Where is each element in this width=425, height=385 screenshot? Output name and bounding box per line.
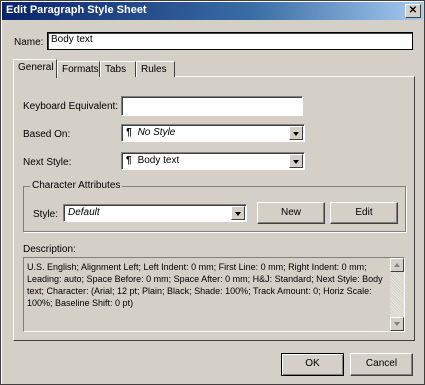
ok-button[interactable]: OK xyxy=(281,353,344,376)
next-style-label: Next Style: xyxy=(23,157,72,168)
title-bar[interactable]: Edit Paragraph Style Sheet ✕ xyxy=(2,2,423,20)
new-button[interactable]: New xyxy=(257,202,325,224)
style-dropdown[interactable]: Default xyxy=(63,204,247,222)
paragraph-icon: ¶ xyxy=(126,155,132,166)
based-on-dropdown[interactable]: ¶ No Style xyxy=(121,124,305,142)
next-style-value: ¶ Body text xyxy=(126,155,180,166)
chevron-down-icon[interactable] xyxy=(289,154,303,168)
tab-general[interactable]: General xyxy=(13,59,57,78)
cancel-button[interactable]: Cancel xyxy=(350,353,413,376)
tab-rules[interactable]: Rules xyxy=(136,61,175,77)
tab-formats[interactable]: Formats xyxy=(57,61,100,77)
scroll-up-icon[interactable] xyxy=(390,258,404,272)
chevron-down-icon[interactable] xyxy=(289,126,303,140)
next-style-dropdown[interactable]: ¶ Body text xyxy=(121,152,305,170)
description-text: U.S. English; Alignment Left; Left Inden… xyxy=(27,262,383,308)
edit-paragraph-style-dialog: Edit Paragraph Style Sheet ✕ Name: Body … xyxy=(0,0,425,385)
paragraph-icon: ¶ xyxy=(126,127,132,138)
style-label: Style: xyxy=(33,209,59,220)
name-field[interactable]: Body text xyxy=(47,32,413,50)
name-label: Name: xyxy=(14,37,44,48)
description-label: Description: xyxy=(23,244,76,255)
keyboard-equivalent-field[interactable] xyxy=(121,96,303,116)
window-title: Edit Paragraph Style Sheet xyxy=(6,4,147,16)
character-attributes-legend: Character Attributes xyxy=(30,180,123,191)
chevron-down-icon[interactable] xyxy=(231,206,245,220)
keyboard-equivalent-label: Keyboard Equivalent: xyxy=(23,101,119,112)
style-value: Default xyxy=(68,207,100,218)
based-on-value: ¶ No Style xyxy=(126,127,176,138)
description-box: U.S. English; Alignment Left; Left Inden… xyxy=(23,257,405,332)
description-scrollbar[interactable] xyxy=(390,258,404,331)
tab-tabs[interactable]: Tabs xyxy=(100,61,136,77)
based-on-label: Based On: xyxy=(23,129,71,140)
close-icon[interactable]: ✕ xyxy=(405,4,421,18)
scroll-down-icon[interactable] xyxy=(390,317,404,331)
edit-button[interactable]: Edit xyxy=(330,202,398,224)
